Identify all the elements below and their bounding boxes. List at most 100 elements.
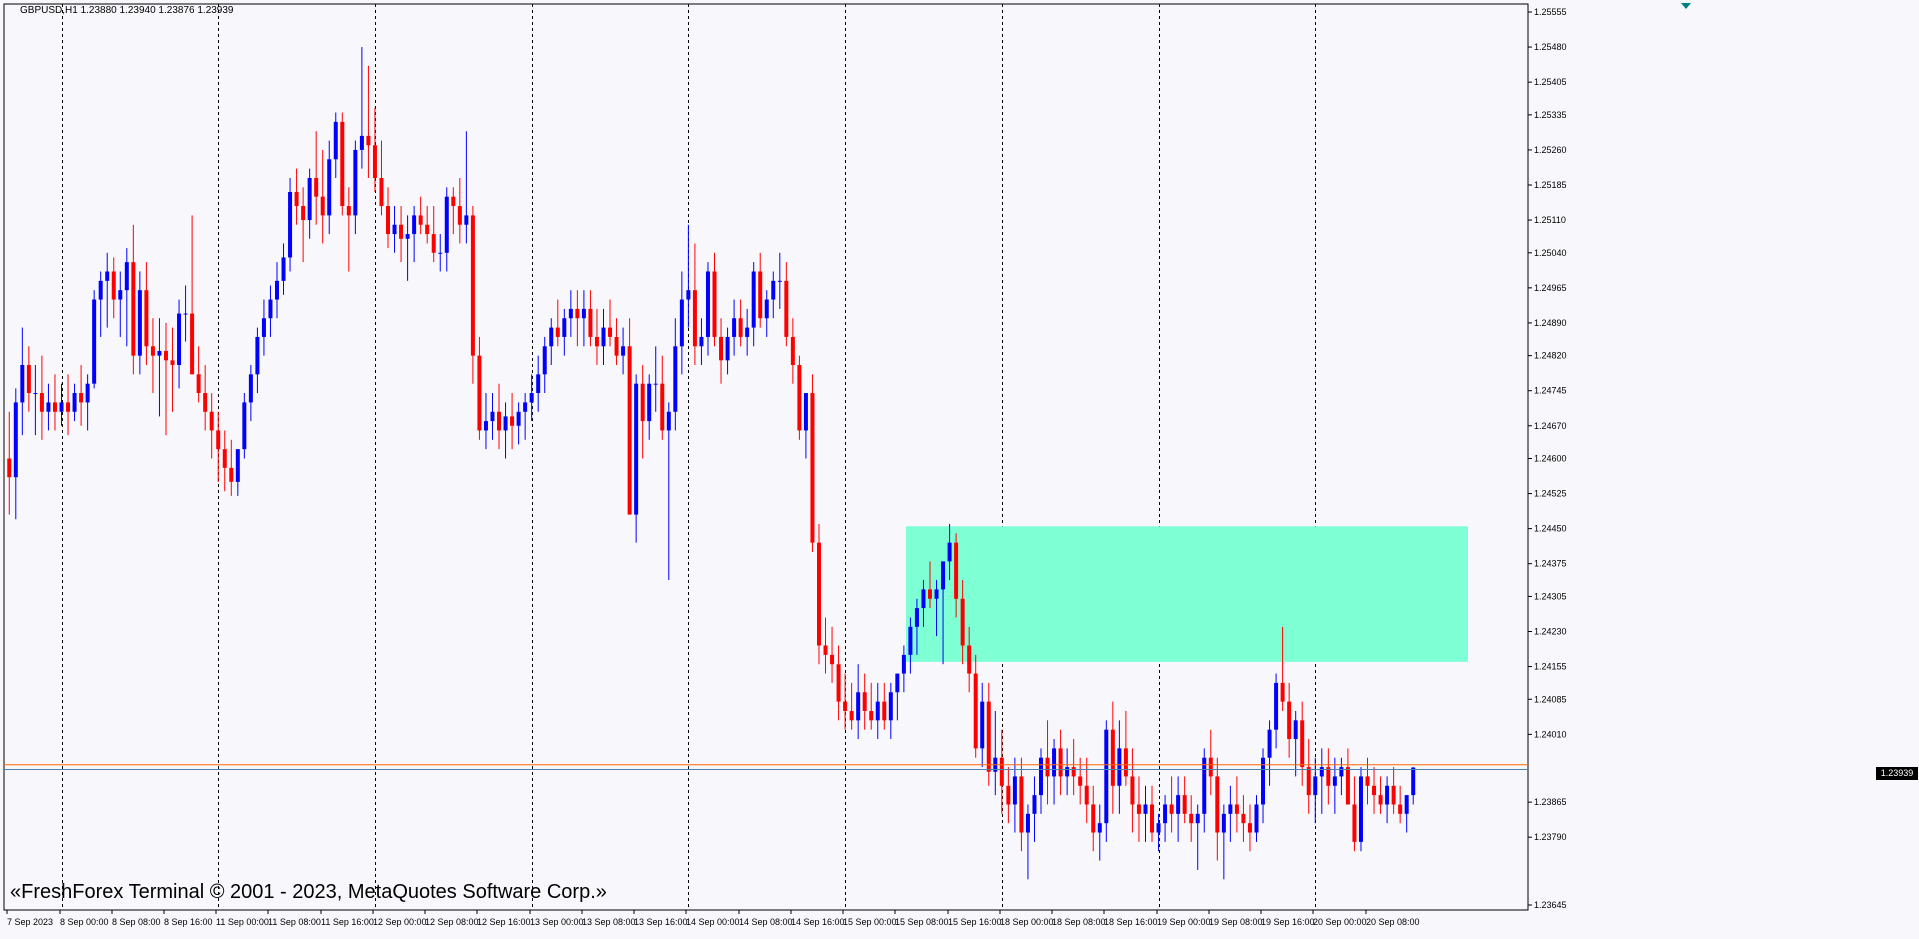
time-tick-label: 18 Sep 08:00 xyxy=(1052,917,1106,927)
candle-body xyxy=(248,374,253,403)
candle-body xyxy=(1404,795,1409,814)
candle-body xyxy=(7,458,12,478)
trade-marker-icon xyxy=(1681,3,1691,9)
candle-body xyxy=(568,308,573,319)
zone-rectangle xyxy=(906,526,1468,662)
time-tick-label: 11 Sep 08:00 xyxy=(268,917,321,927)
candle-body xyxy=(235,449,240,482)
candle-body xyxy=(405,234,410,239)
time-tick-label: 12 Sep 00:00 xyxy=(373,917,427,927)
candle-body xyxy=(190,313,195,375)
candle-body xyxy=(1110,729,1115,786)
candle-body xyxy=(1293,720,1298,740)
candle-body xyxy=(555,327,560,337)
candle-body xyxy=(52,402,57,412)
candle-body xyxy=(1234,804,1239,814)
candle-body xyxy=(124,262,129,291)
candle-body xyxy=(1065,767,1070,777)
candle-body xyxy=(640,383,645,422)
candle-body xyxy=(1176,795,1181,814)
time-tick-label: 12 Sep 16:00 xyxy=(477,917,531,927)
time-tick-label: 13 Sep 16:00 xyxy=(634,917,688,927)
candle-body xyxy=(692,290,697,347)
candle-body xyxy=(705,271,710,337)
chart-window: 1.25555 1.25480 1.25405 1.25335 1.25260 1.251… xyxy=(0,0,1919,939)
candle-body xyxy=(372,145,377,178)
time-tick-label: 18 Sep 16:00 xyxy=(1104,917,1158,927)
price-tick-label: 1.25040 xyxy=(1534,248,1567,258)
time-tick-label: 13 Sep 00:00 xyxy=(530,917,584,927)
candle-body xyxy=(131,262,136,356)
price-tick-label: 1.25185 xyxy=(1534,180,1567,190)
candle-body xyxy=(320,196,325,216)
candle-body xyxy=(699,336,704,347)
current-price-tag: 1.23939 xyxy=(1876,767,1918,780)
candle-body xyxy=(1143,804,1148,814)
candle-body xyxy=(340,121,345,207)
candle-body xyxy=(941,561,946,590)
candle-body xyxy=(1247,823,1252,833)
candle-body xyxy=(72,393,77,412)
candle-body xyxy=(856,692,861,721)
candle-body xyxy=(830,654,835,665)
candle-body xyxy=(523,402,528,412)
candle xyxy=(816,523,821,665)
candle-body xyxy=(1352,804,1357,842)
time-tick-label: 11 Sep 16:00 xyxy=(321,917,374,927)
time-axis: 7 Sep 2023 8 Sep 00:00 8 Sep 08:00 8 Sep 16… xyxy=(6,910,1420,927)
candle-body xyxy=(386,206,391,235)
time-tick-label: 8 Sep 00:00 xyxy=(60,917,109,927)
candle-body xyxy=(353,149,358,216)
candle-body xyxy=(183,313,188,315)
candle-body xyxy=(105,271,110,281)
candle-body xyxy=(960,598,965,646)
price-tick-label: 1.24820 xyxy=(1534,351,1567,361)
candle-body xyxy=(823,645,828,655)
candle-body xyxy=(660,383,665,431)
candle-body xyxy=(980,701,985,749)
candle-body xyxy=(725,336,730,361)
candle xyxy=(1358,767,1363,852)
candle xyxy=(92,290,97,389)
candle-body xyxy=(1025,813,1030,833)
candle-body xyxy=(1202,757,1207,814)
time-tick-label: 20 Sep 00:00 xyxy=(1313,917,1367,927)
candle-body xyxy=(875,701,880,721)
candle xyxy=(242,393,247,459)
candle-body xyxy=(59,402,64,412)
candle-body xyxy=(1006,785,1011,805)
candle-body xyxy=(536,374,541,394)
price-tick-label: 1.25405 xyxy=(1534,77,1567,87)
candle-body xyxy=(927,589,932,599)
price-tick-label: 1.25260 xyxy=(1534,145,1567,155)
candle-body xyxy=(1032,795,1037,814)
candle-body xyxy=(503,416,508,431)
candle-body xyxy=(954,542,959,599)
candle-body xyxy=(268,299,273,319)
candle-body xyxy=(549,327,554,347)
candle-body xyxy=(412,215,417,235)
candle-body xyxy=(908,626,913,655)
candle-body xyxy=(333,121,338,160)
candle-body xyxy=(810,393,815,543)
candle-body xyxy=(914,608,919,627)
candle-body xyxy=(967,645,972,674)
candle-body xyxy=(581,308,586,319)
candle-body xyxy=(20,364,25,403)
candle-body xyxy=(1123,748,1128,777)
candle-body xyxy=(764,299,769,319)
candle-body xyxy=(647,383,652,422)
candle-body xyxy=(1169,804,1174,814)
time-tick-label: 19 Sep 00:00 xyxy=(1157,917,1211,927)
candle-body xyxy=(66,402,71,412)
price-tick-label: 1.24305 xyxy=(1534,591,1567,601)
candle-body xyxy=(274,280,279,300)
candlestick-chart: 1.25555 1.25480 1.25405 1.25335 1.25260 1.251… xyxy=(3,3,1691,927)
candle-body xyxy=(1300,720,1305,768)
candle-body xyxy=(843,701,848,711)
price-axis: 1.25555 1.25480 1.25405 1.25335 1.25260 1.251… xyxy=(1528,7,1567,910)
candle-body xyxy=(399,224,404,239)
candle-body xyxy=(1052,748,1057,777)
candle-body xyxy=(1163,804,1168,824)
candle-body xyxy=(1398,804,1403,814)
